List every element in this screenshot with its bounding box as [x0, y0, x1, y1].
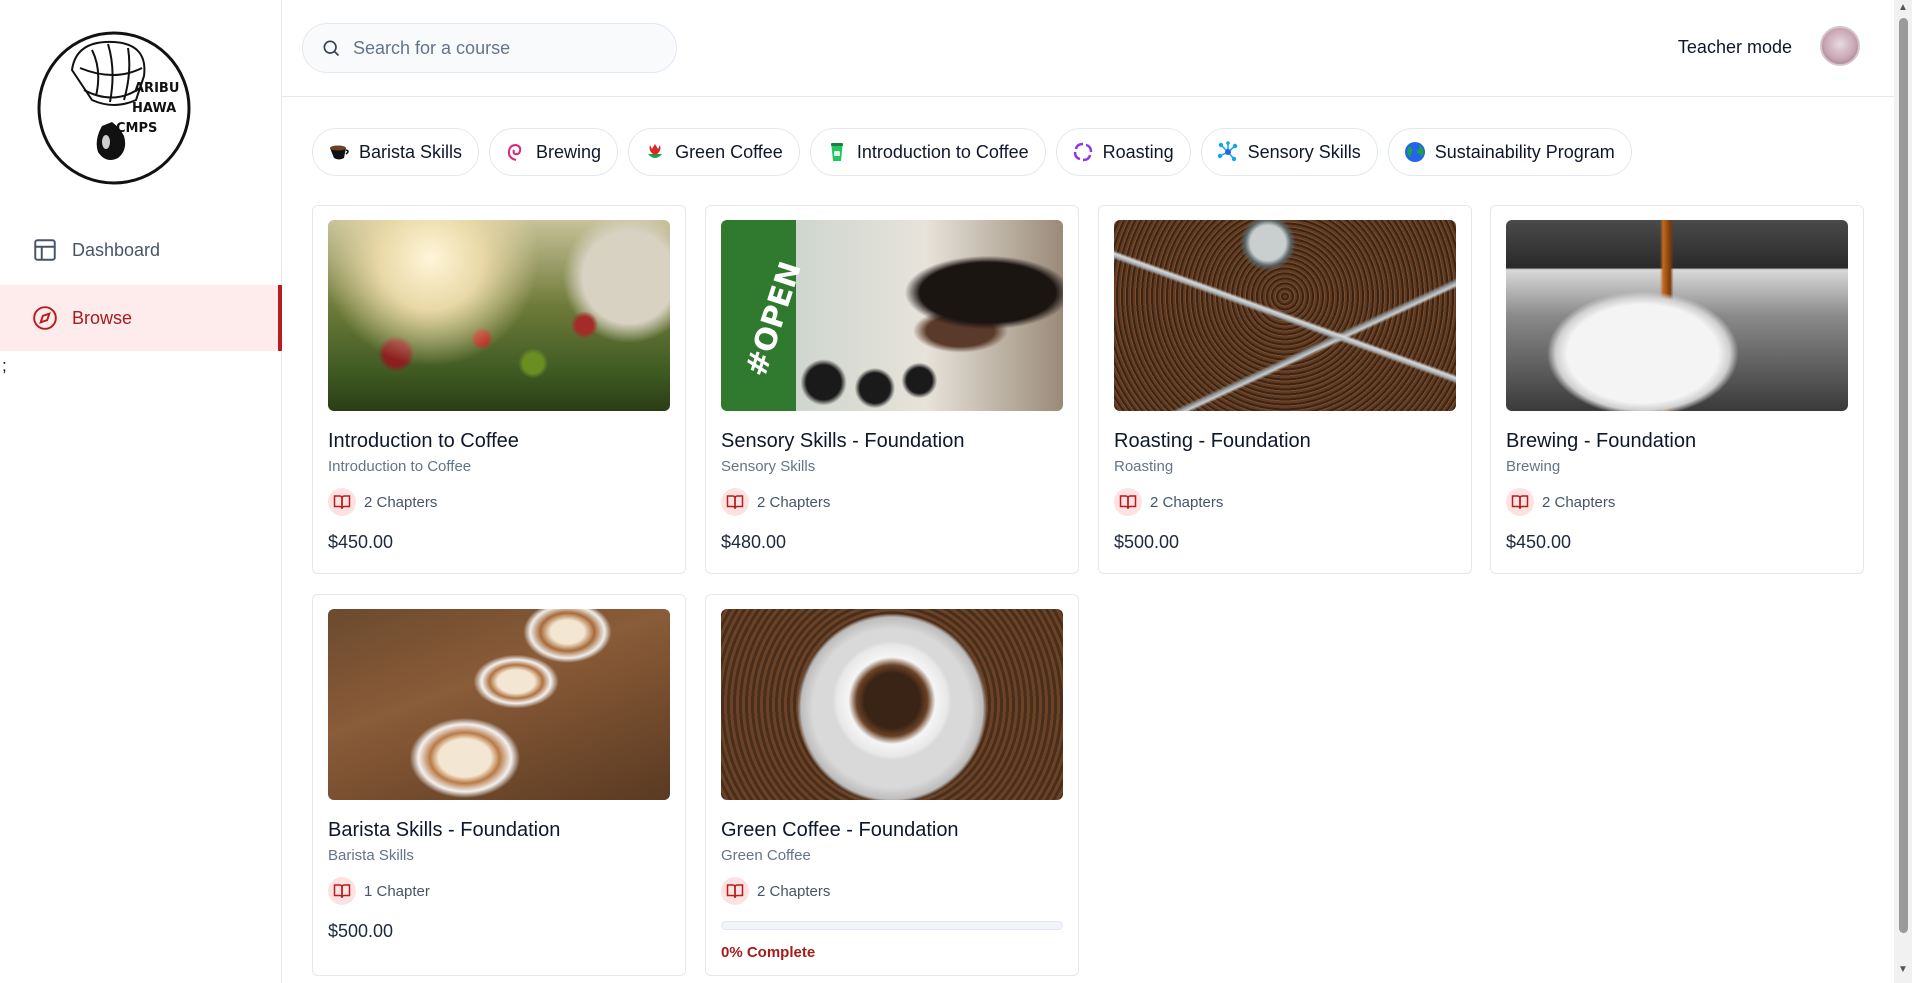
category-filter-bar: Barista Skills Brewing Green Coffee Intr…	[312, 128, 1632, 176]
flower-icon	[643, 140, 667, 164]
cycle-icon	[1071, 140, 1095, 164]
page-scrollbar[interactable]: ▲ ▼	[1894, 0, 1912, 983]
category-chip-barista-skills[interactable]: Barista Skills	[312, 128, 480, 176]
search-input[interactable]	[353, 37, 653, 59]
chapter-count: 2 Chapters	[328, 488, 437, 516]
sidebar-item-dashboard[interactable]: Dashboard	[0, 217, 282, 283]
search-icon	[323, 40, 340, 57]
book-icon	[328, 488, 356, 516]
book-icon	[328, 877, 356, 905]
category-chip-introduction-to-coffee[interactable]: Introduction to Coffee	[809, 128, 1046, 176]
category-chip-label: Green Coffee	[675, 141, 783, 162]
course-price: $500.00	[1114, 532, 1180, 552]
course-category: Introduction to Coffee	[328, 458, 472, 475]
category-chip-sustainability-program[interactable]: Sustainability Program	[1387, 128, 1632, 176]
course-price: $480.00	[721, 532, 787, 552]
svg-text:CMPS: CMPS	[116, 121, 157, 136]
chapter-count: 2 Chapters	[721, 488, 830, 516]
latte-art-image	[328, 609, 670, 800]
course-category: Barista Skills	[328, 847, 414, 864]
category-chip-label: Sustainability Program	[1434, 141, 1615, 162]
search-bar[interactable]	[302, 23, 677, 73]
chapter-count: 2 Chapters	[1114, 488, 1223, 516]
svg-text:ARIBU: ARIBU	[134, 81, 179, 96]
sidebar-item-label: Browse	[72, 307, 133, 328]
molecule-icon	[1216, 140, 1240, 164]
layout-icon	[34, 239, 56, 261]
course-progress-bar	[721, 921, 1063, 930]
course-title: Roasting - Foundation	[1114, 430, 1311, 452]
chapter-count: 2 Chapters	[721, 877, 830, 905]
chapter-count-label: 2 Chapters	[757, 493, 831, 511]
cupping-image-text: #OPEN	[739, 257, 809, 381]
category-chip-green-coffee[interactable]: Green Coffee	[628, 128, 800, 176]
course-price: $500.00	[328, 921, 394, 941]
brand-logo[interactable]: ARIBU HAWA CMPS	[36, 30, 192, 186]
globe-icon	[1403, 140, 1427, 164]
chapter-count-label: 1 Chapter	[364, 882, 430, 900]
scroll-up-icon[interactable]: ▲	[1898, 2, 1908, 13]
course-price: $450.00	[1506, 532, 1572, 552]
sidebar-item-browse[interactable]: Browse	[0, 285, 282, 351]
avatar[interactable]	[1820, 26, 1860, 66]
course-title: Sensory Skills - Foundation	[721, 430, 965, 452]
course-progress-label: 0% Complete	[721, 944, 816, 961]
stray-text: ;	[2, 356, 7, 375]
scrollbar-thumb[interactable]	[1899, 18, 1908, 933]
book-icon	[1114, 488, 1142, 516]
category-chip-label: Introduction to Coffee	[856, 141, 1029, 162]
top-header: Teacher mode	[282, 0, 1894, 97]
course-category: Sensory Skills	[721, 458, 816, 475]
course-title: Brewing - Foundation	[1506, 430, 1697, 452]
course-card-introduction-to-coffee[interactable]: Introduction to Coffee Introduction to C…	[312, 205, 686, 574]
coffee-beans-cup-image	[721, 609, 1063, 800]
category-chip-label: Brewing	[536, 141, 602, 162]
chapter-count-label: 2 Chapters	[1150, 493, 1224, 511]
course-category: Brewing	[1506, 458, 1561, 475]
coffee-cupping-image: #OPEN	[721, 220, 1063, 411]
course-title: Green Coffee - Foundation	[721, 819, 959, 841]
compass-icon	[33, 306, 57, 330]
category-chip-brewing[interactable]: Brewing	[489, 128, 619, 176]
chapter-count-label: 2 Chapters	[757, 882, 831, 900]
roaster-drum-image	[1114, 220, 1456, 411]
chapter-count-label: 2 Chapters	[1542, 493, 1616, 511]
book-icon	[721, 877, 749, 905]
swirl-icon	[504, 140, 528, 164]
chapter-count: 1 Chapter	[328, 877, 430, 905]
category-chip-label: Roasting	[1102, 141, 1174, 162]
category-chip-roasting[interactable]: Roasting	[1055, 128, 1191, 176]
course-card-green-coffee[interactable]: Green Coffee - Foundation Green Coffee 2…	[705, 594, 1079, 976]
teacher-mode-button[interactable]: Teacher mode	[1678, 37, 1792, 58]
category-chip-label: Sensory Skills	[1247, 141, 1361, 162]
course-category: Green Coffee	[721, 847, 811, 864]
course-card-barista-skills[interactable]: Barista Skills - Foundation Barista Skil…	[312, 594, 686, 976]
book-icon	[1506, 488, 1534, 516]
book-icon	[721, 488, 749, 516]
svg-text:HAWA: HAWA	[132, 101, 176, 116]
course-card-sensory-skills[interactable]: #OPEN Sensory Skills - Foundation Sensor…	[705, 205, 1079, 574]
course-price: $450.00	[328, 532, 394, 552]
chapter-count: 2 Chapters	[1506, 488, 1615, 516]
course-category: Roasting	[1114, 458, 1174, 475]
coffee-cup-icon	[327, 140, 351, 164]
category-chip-sensory-skills[interactable]: Sensory Skills	[1200, 128, 1378, 176]
category-chip-label: Barista Skills	[359, 141, 463, 162]
sidebar-item-label: Dashboard	[72, 239, 161, 260]
course-card-brewing[interactable]: Brewing - Foundation Brewing 2 Chapters …	[1490, 205, 1864, 574]
sidebar: ARIBU HAWA CMPS Dashboard Browse ;	[0, 0, 282, 983]
scroll-down-icon[interactable]: ▼	[1898, 964, 1908, 975]
course-card-roasting[interactable]: Roasting - Foundation Roasting 2 Chapter…	[1098, 205, 1472, 574]
takeaway-cup-icon	[825, 140, 849, 164]
espresso-shot-image	[1506, 220, 1848, 411]
course-title: Barista Skills - Foundation	[328, 819, 561, 841]
chapter-count-label: 2 Chapters	[364, 493, 438, 511]
coffee-cherries-image	[328, 220, 670, 411]
course-title: Introduction to Coffee	[328, 430, 519, 452]
